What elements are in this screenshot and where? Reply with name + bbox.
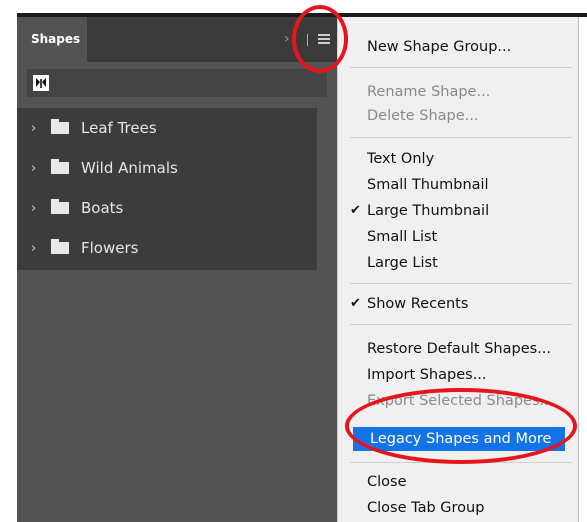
group-label: Boats — [81, 199, 124, 217]
menu-item-delete-shape[interactable]: Delete Shape... — [350, 104, 478, 128]
group-label: Leaf Trees — [81, 119, 157, 137]
chevron-right-icon[interactable]: › — [31, 241, 43, 256]
annotation-circle — [292, 5, 348, 73]
menu-item-restore-default-shapes[interactable]: Restore Default Shapes... — [350, 337, 551, 361]
annotation-ellipse — [345, 388, 577, 464]
folder-icon — [51, 159, 69, 174]
shape-group-flowers[interactable]: › Flowers — [17, 228, 317, 268]
group-label: Flowers — [81, 239, 139, 257]
menu-item-close[interactable]: Close — [350, 470, 407, 494]
shape-group-wild-animals[interactable]: › Wild Animals — [17, 148, 317, 188]
panel-left-edge — [10, 13, 17, 522]
menu-item-new-shape-group[interactable]: New Shape Group... — [350, 35, 511, 59]
menu-separator — [350, 324, 572, 325]
folder-icon — [51, 119, 69, 134]
collapse-chevron-icon[interactable]: › — [284, 31, 290, 47]
checkmark-icon: ✔ — [350, 296, 361, 311]
recent-shapes-strip — [27, 69, 327, 97]
shape-group-leaf-trees[interactable]: › Leaf Trees — [17, 108, 317, 148]
menu-item-close-tab-group[interactable]: Close Tab Group — [350, 496, 484, 520]
menu-separator — [350, 283, 572, 284]
shape-group-list: › Leaf Trees › Wild Animals › Boats › Fl… — [17, 108, 317, 270]
menu-item-small-thumbnail[interactable]: Small Thumbnail — [350, 173, 489, 197]
group-label: Wild Animals — [81, 159, 178, 177]
butterfly-icon[interactable] — [33, 75, 49, 91]
menu-item-text-only[interactable]: Text Only — [350, 147, 434, 171]
menu-separator — [350, 67, 572, 68]
screenshot-stage: Shapes › › Leaf Trees › Wild Animals › B… — [0, 0, 587, 522]
folder-icon — [51, 239, 69, 254]
menu-item-small-list[interactable]: Small List — [350, 225, 437, 249]
folder-icon — [51, 199, 69, 214]
menu-item-show-recents[interactable]: ✔ Show Recents — [350, 292, 468, 316]
menu-item-rename-shape[interactable]: Rename Shape... — [350, 80, 490, 104]
shape-group-boats[interactable]: › Boats — [17, 188, 317, 228]
chevron-right-icon[interactable]: › — [31, 121, 43, 136]
tab-shapes[interactable]: Shapes — [17, 17, 87, 62]
chevron-right-icon[interactable]: › — [31, 201, 43, 216]
menu-separator — [350, 137, 572, 138]
menu-item-large-list[interactable]: Large List — [350, 251, 438, 275]
chevron-right-icon[interactable]: › — [31, 161, 43, 176]
checkmark-icon: ✔ — [350, 203, 361, 218]
shapes-panel: Shapes › › Leaf Trees › Wild Animals › B… — [17, 17, 357, 522]
menu-item-import-shapes[interactable]: Import Shapes... — [350, 363, 487, 387]
menu-item-large-thumbnail[interactable]: ✔ Large Thumbnail — [350, 199, 489, 223]
